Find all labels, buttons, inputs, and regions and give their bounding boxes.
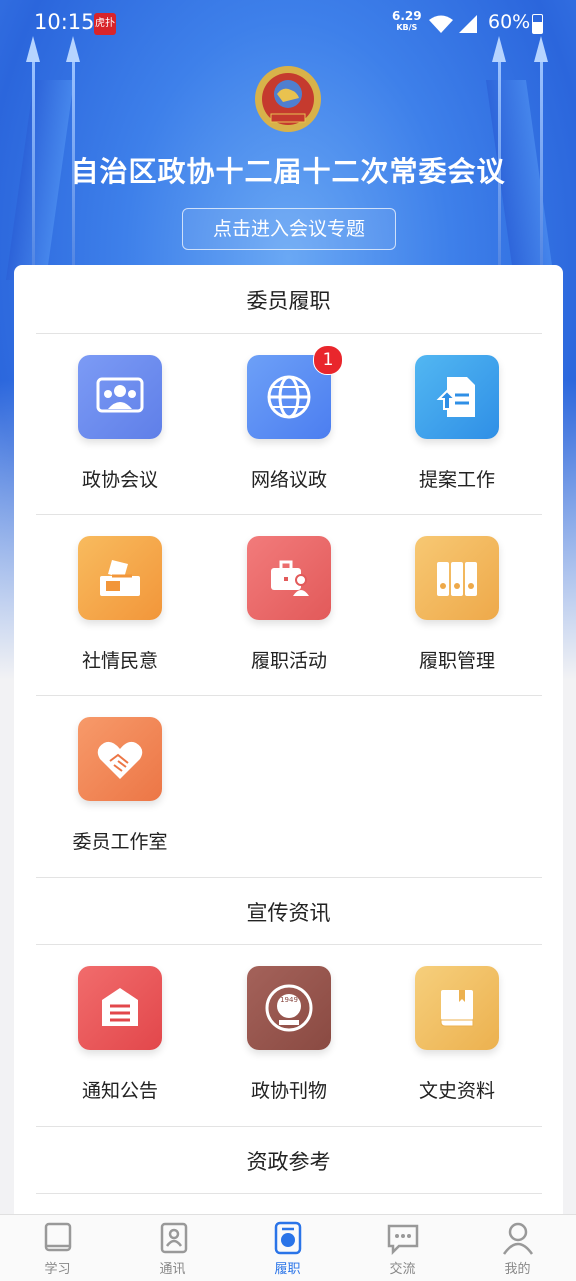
svg-text:1949: 1949 xyxy=(280,996,298,1004)
meeting-icon xyxy=(78,355,162,439)
book-icon xyxy=(415,966,499,1050)
enter-meeting-topic-button[interactable]: 点击进入会议专题 xyxy=(182,208,396,250)
grid-item-label: 履职管理 xyxy=(418,650,495,672)
grid-item-label: 履职活动 xyxy=(250,650,327,672)
grid-item-label: 委员工作室 xyxy=(72,831,168,853)
tab-exchange[interactable]: 交流 xyxy=(345,1215,460,1281)
signal-icon xyxy=(459,15,477,33)
book-tab-icon xyxy=(44,1222,71,1252)
emblem-icon: 1949 xyxy=(247,966,331,1050)
grid-item-duty-activity[interactable]: 履职活动 xyxy=(214,536,364,673)
tab-contacts[interactable]: 通讯 xyxy=(115,1215,230,1281)
divider xyxy=(36,695,542,696)
bottom-tab-bar: 学习 通讯 履职 交流 我的 xyxy=(0,1214,576,1281)
section-title-reference: 资政参考 xyxy=(246,1150,331,1174)
section-title-publicity: 宣传资讯 xyxy=(246,901,331,925)
tab-label: 我的 xyxy=(504,1262,531,1277)
grid-item-label: 政协会议 xyxy=(81,469,158,491)
user-tab-icon xyxy=(502,1222,533,1255)
unread-badge: 1 xyxy=(313,345,343,375)
grid-item-publications[interactable]: 1949 政协刊物 xyxy=(214,966,364,1103)
notification-app-icon: 虎扑 xyxy=(94,13,116,35)
divider xyxy=(36,944,542,945)
grid-item-label: 社情民意 xyxy=(81,650,158,672)
grid-item-online-deliberation[interactable]: 1 网络议政 xyxy=(214,345,364,492)
grid-item-label: 网络议政 xyxy=(250,469,327,491)
net-speed-value: 6.29 xyxy=(392,9,422,23)
contacts-tab-icon xyxy=(160,1222,187,1254)
tab-study[interactable]: 学习 xyxy=(0,1215,115,1281)
binders-icon xyxy=(415,536,499,620)
banner-title: 自治区政协十二届十二次常委会议 xyxy=(70,155,506,188)
divider xyxy=(36,1126,542,1127)
divider xyxy=(36,1193,542,1194)
grid-item-label: 文史资料 xyxy=(418,1080,495,1102)
grid-item-label: 通知公告 xyxy=(81,1080,158,1102)
tab-label: 履职 xyxy=(274,1262,301,1277)
tab-duty[interactable]: 履职 xyxy=(230,1215,345,1281)
battery-level: 60% xyxy=(488,11,531,33)
divider xyxy=(36,333,542,334)
grid-item-label: 政协刊物 xyxy=(250,1080,327,1102)
proposal-icon xyxy=(415,355,499,439)
badge-tab-icon xyxy=(274,1221,301,1255)
divider xyxy=(36,514,542,515)
chat-tab-icon xyxy=(387,1224,418,1256)
grid-item-historical-materials[interactable]: 文史资料 xyxy=(382,966,532,1103)
wifi-icon xyxy=(429,15,453,33)
main-card: 委员履职 政协会议 1 网络议政 提案工作 社情民意 履职活动 履职管理 委员工… xyxy=(14,265,563,1225)
briefcase-icon xyxy=(247,536,331,620)
handshake-icon xyxy=(78,717,162,801)
grid-item-duty-management[interactable]: 履职管理 xyxy=(382,536,532,673)
tab-label: 通讯 xyxy=(159,1262,186,1277)
ballot-box-icon xyxy=(78,536,162,620)
tab-label: 交流 xyxy=(389,1262,416,1277)
tab-mine[interactable]: 我的 xyxy=(460,1215,575,1281)
cppcc-emblem-icon xyxy=(255,66,321,132)
tab-label: 学习 xyxy=(44,1262,71,1277)
globe-icon: 1 xyxy=(247,345,343,439)
grid-item-label: 提案工作 xyxy=(418,469,495,491)
grid-item-notices[interactable]: 通知公告 xyxy=(45,966,195,1103)
grid-item-proposal-work[interactable]: 提案工作 xyxy=(382,355,532,492)
status-time: 10:15 xyxy=(34,10,95,34)
section-title-duty: 委员履职 xyxy=(246,289,331,313)
grid-item-public-opinion[interactable]: 社情民意 xyxy=(45,536,195,673)
grid-item-member-studio[interactable]: 委员工作室 xyxy=(45,717,195,854)
notice-icon xyxy=(78,966,162,1050)
battery-icon xyxy=(532,14,543,34)
status-bar: 10:15 虎扑 6.29 KB/S 60% xyxy=(0,0,576,48)
network-speed: 6.29 KB/S xyxy=(392,10,422,34)
divider xyxy=(36,877,542,878)
grid-item-zhengxie-meeting[interactable]: 政协会议 xyxy=(45,355,195,492)
net-speed-unit: KB/S xyxy=(396,23,418,32)
